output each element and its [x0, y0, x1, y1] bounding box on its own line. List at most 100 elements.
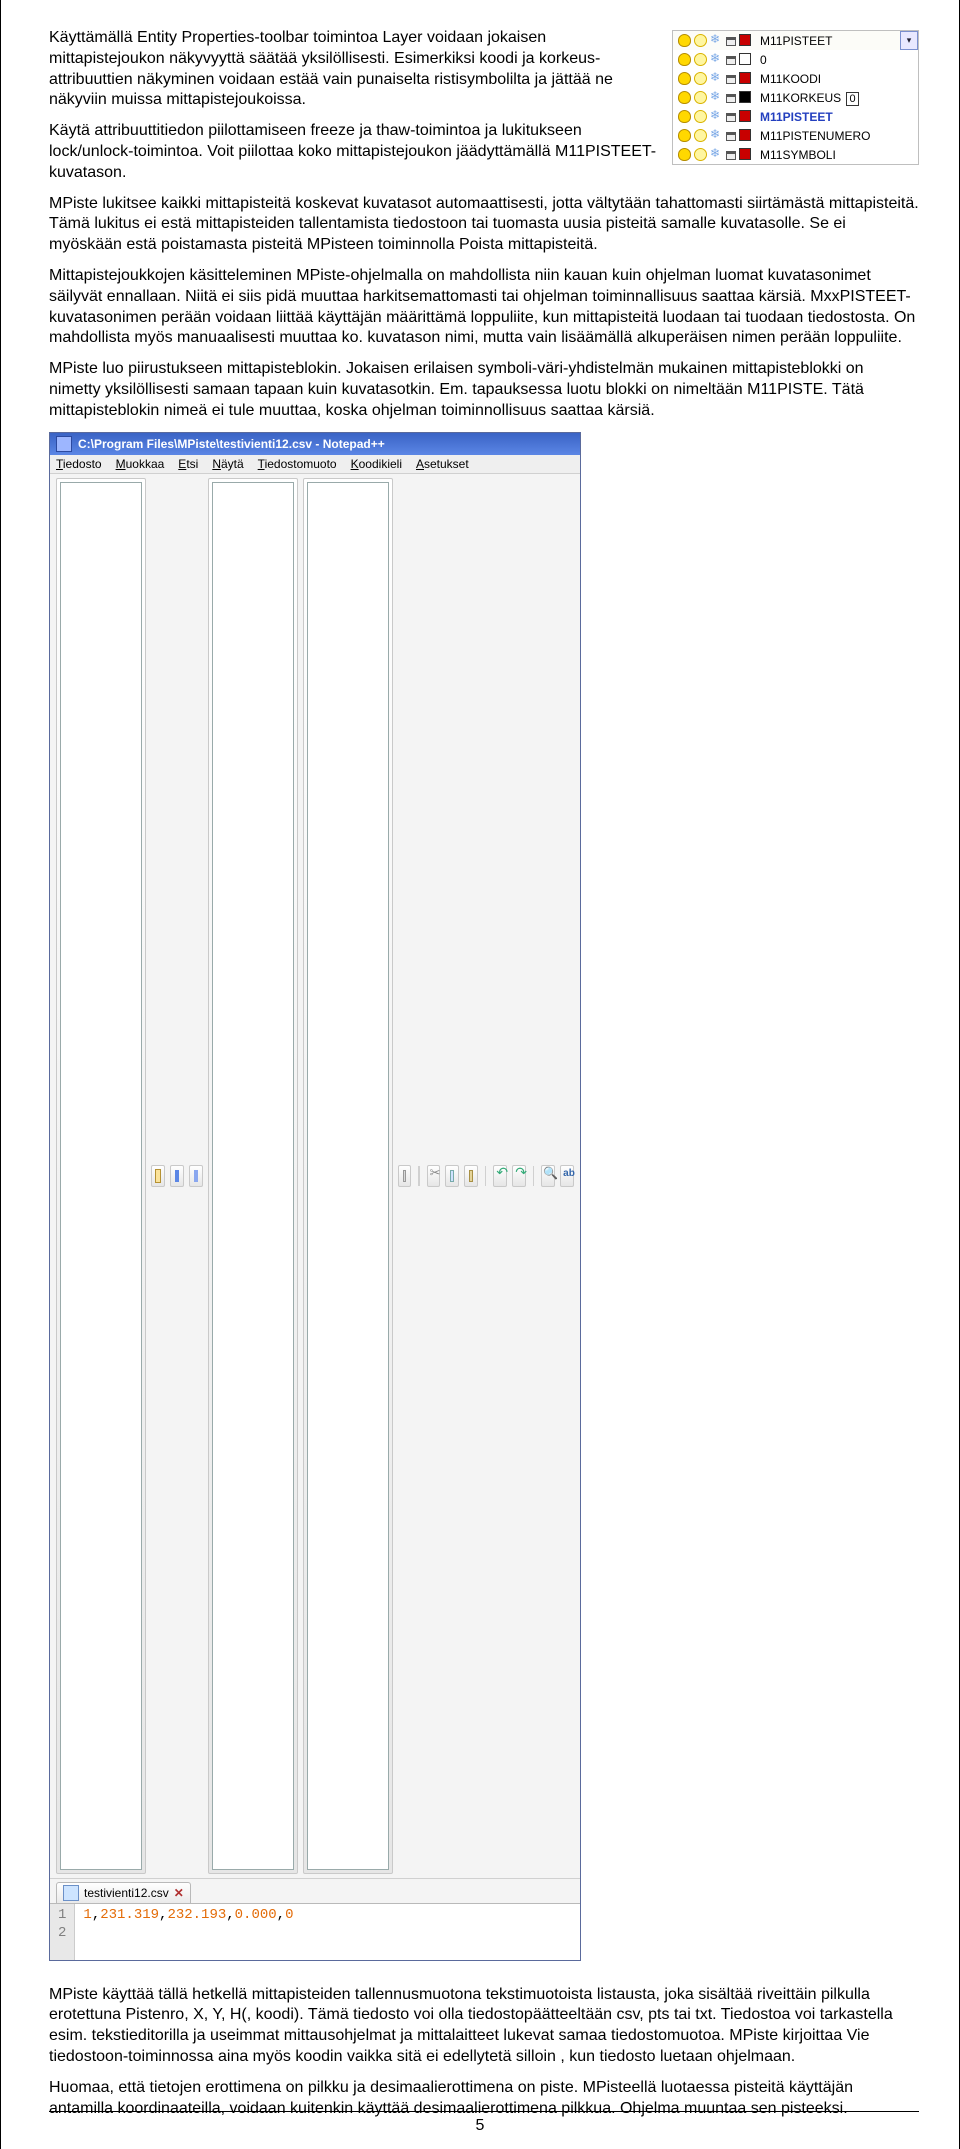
chevron-down-icon[interactable]: ▾	[900, 31, 918, 50]
toolbar-separator	[418, 1166, 419, 1186]
sun-icon	[694, 129, 707, 142]
bulb-icon	[678, 34, 691, 47]
layer-name: M11KORKEUS 0	[756, 91, 918, 105]
snowflake-icon	[710, 110, 723, 123]
layer-name: M11SYMBOLI	[756, 148, 918, 162]
lock-icon	[726, 37, 736, 46]
lock-icon	[726, 94, 736, 103]
snowflake-icon	[710, 53, 723, 66]
page-number: 5	[476, 2117, 485, 2135]
layer-badge: 0	[846, 92, 858, 106]
layer-dropdown[interactable]: ▾	[900, 31, 918, 50]
lock-icon	[726, 75, 736, 84]
layer-name: 0	[756, 53, 918, 67]
color-swatch	[739, 91, 751, 103]
bulb-icon	[678, 110, 691, 123]
footer-rule	[49, 2111, 919, 2112]
file-icon	[63, 1885, 79, 1901]
print-icon[interactable]	[398, 1165, 412, 1187]
color-swatch	[739, 129, 751, 141]
app-icon	[56, 436, 72, 452]
sun-icon	[694, 53, 707, 66]
menu-item[interactable]: Muokkaa	[116, 457, 165, 471]
close-file-icon[interactable]	[208, 478, 298, 1874]
layer-name: M11KOODI	[756, 72, 918, 86]
lock-icon	[726, 113, 736, 122]
sun-icon	[694, 91, 707, 104]
file-tab[interactable]: testivienti12.csv ✕	[56, 1882, 191, 1903]
redo-icon[interactable]	[512, 1165, 526, 1187]
layer-row[interactable]: M11KORKEUS 0	[673, 88, 918, 107]
window-titlebar: C:\Program Files\MPiste\testivienti12.cs…	[50, 433, 580, 455]
menu-item[interactable]: Tiedosto	[56, 457, 102, 471]
new-file-icon[interactable]	[56, 478, 146, 1874]
layer-name: M11PISTEET	[756, 110, 918, 124]
file-tab-name: testivienti12.csv	[84, 1886, 169, 1900]
bulb-icon	[678, 91, 691, 104]
bulb-icon	[678, 72, 691, 85]
lock-icon	[726, 151, 736, 160]
body-paragraph: MPiste luo piirustukseen mittapistebloki…	[49, 359, 919, 421]
layers-header-name: M11PISTEET	[756, 34, 900, 48]
bulb-icon	[678, 148, 691, 161]
menu-bar: Tiedosto Muokkaa Etsi Näytä Tiedostomuot…	[50, 455, 580, 473]
body-paragraph: MPiste lukitsee kaikki mittapisteitä kos…	[49, 194, 919, 256]
layer-row[interactable]: M11PISTENUMERO	[673, 126, 918, 145]
open-file-icon[interactable]	[151, 1165, 165, 1187]
save-icon[interactable]	[170, 1165, 184, 1187]
word-highlight-icon[interactable]	[560, 1165, 574, 1187]
code-content[interactable]: 1,231.319,232.193,0.000,0	[75, 1904, 301, 1960]
body-paragraph: Huomaa, että tietojen erottimena on pilk…	[49, 2078, 919, 2120]
toolbar	[50, 473, 580, 1878]
notepadpp-window: C:\Program Files\MPiste\testivienti12.cs…	[49, 432, 581, 1961]
bulb-icon	[678, 53, 691, 66]
layers-panel: M11PISTEET ▾ 0 M11KOODI	[672, 30, 919, 165]
sun-icon	[694, 72, 707, 85]
search-icon[interactable]	[541, 1165, 555, 1187]
layer-row[interactable]: 0	[673, 50, 918, 69]
window-title: C:\Program Files\MPiste\testivienti12.cs…	[78, 437, 385, 451]
snowflake-icon	[710, 72, 723, 85]
line-number-gutter: 1 2	[50, 1904, 75, 1960]
line-number: 2	[58, 1924, 66, 1942]
layers-header-row: M11PISTEET ▾	[673, 31, 918, 50]
paste-icon[interactable]	[464, 1165, 478, 1187]
menu-item[interactable]: Näytä	[212, 457, 243, 471]
snowflake-icon	[710, 34, 723, 47]
layer-name: M11PISTENUMERO	[756, 129, 918, 143]
menu-item[interactable]: Tiedostomuoto	[258, 457, 337, 471]
color-swatch	[739, 34, 751, 46]
undo-icon[interactable]	[493, 1165, 507, 1187]
editor-area[interactable]: 1 2 1,231.319,232.193,0.000,0	[50, 1903, 580, 1960]
lock-icon	[726, 56, 736, 65]
bulb-icon	[678, 129, 691, 142]
snowflake-icon	[710, 148, 723, 161]
sun-icon	[694, 34, 707, 47]
body-paragraph: Mittapistejoukkojen käsitteleminen MPist…	[49, 266, 919, 349]
color-swatch	[739, 72, 751, 84]
copy-icon[interactable]	[445, 1165, 459, 1187]
body-paragraph: MPiste käyttää tällä hetkellä mittapiste…	[49, 1985, 919, 2068]
snowflake-icon	[710, 129, 723, 142]
close-all-icon[interactable]	[303, 478, 393, 1874]
page-footer: 5	[1, 2117, 959, 2135]
color-swatch	[739, 53, 751, 65]
color-swatch	[739, 110, 751, 122]
toolbar-separator	[533, 1166, 534, 1186]
close-tab-icon[interactable]: ✕	[174, 1886, 184, 1900]
tab-bar: testivienti12.csv ✕	[50, 1878, 580, 1903]
menu-item[interactable]: Asetukset	[416, 457, 469, 471]
cut-icon[interactable]	[427, 1165, 441, 1187]
layer-row[interactable]: M11PISTEET	[673, 107, 918, 126]
layer-row[interactable]: M11SYMBOLI	[673, 145, 918, 164]
snowflake-icon	[710, 91, 723, 104]
sun-icon	[694, 148, 707, 161]
page: M11PISTEET ▾ 0 M11KOODI	[0, 0, 960, 2149]
menu-item[interactable]: Koodikieli	[351, 457, 402, 471]
toolbar-separator	[485, 1166, 486, 1186]
save-all-icon[interactable]	[189, 1165, 203, 1187]
layer-row[interactable]: M11KOODI	[673, 69, 918, 88]
menu-item[interactable]: Etsi	[178, 457, 198, 471]
line-number: 1	[58, 1906, 66, 1924]
lock-icon	[726, 132, 736, 141]
